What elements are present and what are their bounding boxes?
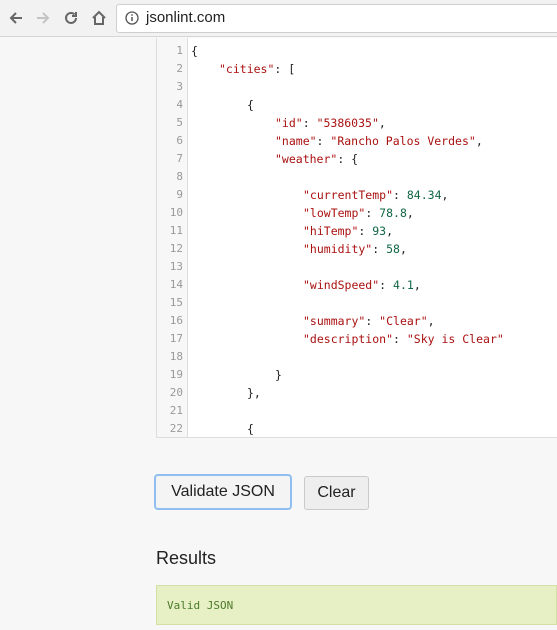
line-number: 14 bbox=[169, 278, 183, 291]
clear-button[interactable]: Clear bbox=[304, 476, 369, 510]
json-number: 78.8 bbox=[379, 206, 407, 220]
url-text: jsonlint.com bbox=[146, 9, 226, 26]
json-punctuation: { bbox=[247, 422, 254, 436]
json-punctuation: : { bbox=[337, 152, 359, 166]
code-line: "summary": "Clear", bbox=[303, 314, 435, 328]
json-punctuation: , bbox=[475, 134, 483, 148]
code-line: { bbox=[247, 98, 254, 112]
code-line: "name": "Rancho Palos Verdes", bbox=[275, 134, 483, 148]
json-key: "cities" bbox=[219, 62, 275, 76]
results-message: Valid JSON bbox=[167, 599, 234, 612]
code-line: "humidity": 58, bbox=[303, 242, 407, 256]
line-number: 18 bbox=[169, 350, 183, 363]
code-line: "weather": { bbox=[275, 152, 358, 166]
json-punctuation: , bbox=[399, 242, 407, 256]
json-punctuation: , bbox=[427, 314, 435, 328]
home-icon[interactable] bbox=[87, 6, 111, 30]
json-punctuation: : bbox=[365, 206, 380, 220]
line-number: 13 bbox=[169, 260, 183, 273]
validate-json-button[interactable]: Validate JSON bbox=[154, 474, 292, 510]
json-key: "id" bbox=[275, 116, 303, 130]
line-number: 19 bbox=[169, 368, 183, 381]
json-key: "summary" bbox=[303, 314, 366, 328]
browser-toolbar: jsonlint.com bbox=[0, 0, 557, 37]
results-box: Valid JSON bbox=[156, 585, 557, 625]
json-punctuation: : bbox=[393, 332, 407, 346]
json-punctuation: , bbox=[406, 206, 414, 220]
code-line: "lowTemp": 78.8, bbox=[303, 206, 414, 220]
json-string: "Sky is Clear" bbox=[406, 332, 504, 346]
json-punctuation: : bbox=[316, 134, 331, 148]
json-string: "5386035" bbox=[316, 116, 379, 130]
json-string: "Clear" bbox=[379, 314, 428, 328]
json-punctuation: , bbox=[441, 188, 449, 202]
json-punctuation: , bbox=[378, 116, 386, 130]
reload-icon[interactable] bbox=[59, 6, 83, 30]
json-punctuation: : [ bbox=[274, 62, 296, 76]
line-number: 8 bbox=[176, 170, 183, 183]
line-number: 10 bbox=[169, 206, 183, 219]
line-number: 1 bbox=[176, 44, 183, 57]
line-number: 2 bbox=[176, 62, 183, 75]
code-line: } bbox=[275, 368, 282, 382]
address-bar[interactable]: jsonlint.com bbox=[116, 4, 557, 33]
json-punctuation: : bbox=[372, 242, 387, 256]
code-line: "id": "5386035", bbox=[275, 116, 386, 130]
json-punctuation: : bbox=[358, 224, 373, 238]
json-key: "weather" bbox=[275, 152, 338, 166]
results-heading: Results bbox=[156, 548, 217, 568]
json-string: "Rancho Palos Verdes" bbox=[330, 134, 476, 148]
json-key: "description" bbox=[303, 332, 394, 346]
code-line: }, bbox=[247, 386, 261, 400]
json-editor[interactable]: 1 2 3 4 5 6 7 8 9 10 11 12 13 14 15 16 17 18 19 20 21 22 {"ci… bbox=[156, 38, 557, 438]
json-punctuation: , bbox=[413, 278, 421, 292]
json-punctuation: : bbox=[302, 116, 317, 130]
json-key: "hiTemp" bbox=[303, 224, 359, 238]
json-punctuation: : bbox=[365, 314, 380, 328]
json-number: 58 bbox=[386, 242, 400, 256]
json-punctuation: { bbox=[191, 44, 198, 58]
line-number: 5 bbox=[176, 116, 183, 129]
code-line: { bbox=[247, 422, 254, 436]
json-punctuation: { bbox=[247, 98, 254, 112]
line-number: 3 bbox=[176, 80, 183, 93]
json-number: 93 bbox=[372, 224, 387, 238]
json-number: 84.34 bbox=[406, 188, 442, 202]
json-punctuation: } bbox=[275, 368, 282, 382]
json-punctuation: : bbox=[393, 188, 407, 202]
forward-arrow-icon[interactable] bbox=[31, 6, 55, 30]
code-line: { bbox=[191, 44, 198, 58]
line-number: 4 bbox=[176, 98, 183, 111]
json-key: "humidity" bbox=[303, 242, 373, 256]
line-number: 6 bbox=[176, 134, 183, 147]
back-arrow-icon[interactable] bbox=[4, 6, 28, 30]
line-number: 12 bbox=[169, 242, 183, 255]
code-line: "currentTemp": 84.34, bbox=[303, 188, 448, 202]
json-key: "lowTemp" bbox=[303, 206, 366, 220]
line-number: 17 bbox=[169, 332, 183, 345]
json-key: "currentTemp" bbox=[303, 188, 394, 202]
info-icon[interactable] bbox=[125, 11, 139, 25]
json-punctuation: : bbox=[379, 278, 394, 292]
json-key: "name" bbox=[275, 134, 317, 148]
code-line: "hiTemp": 93, bbox=[303, 224, 393, 238]
line-number-gutter: 1 2 3 4 5 6 7 8 9 10 11 12 13 14 15 16 17 18 19 20 21 22 bbox=[157, 38, 188, 437]
code-line: "description": "Sky is Clear" bbox=[303, 332, 504, 346]
json-number: 4.1 bbox=[393, 278, 414, 292]
line-number: 15 bbox=[169, 296, 183, 309]
line-number: 20 bbox=[169, 386, 183, 399]
line-number: 21 bbox=[169, 404, 183, 417]
line-number: 7 bbox=[176, 152, 183, 165]
code-line: "cities": [ bbox=[219, 62, 295, 76]
code-line: "windSpeed": 4.1, bbox=[303, 278, 421, 292]
json-punctuation: }, bbox=[247, 386, 261, 400]
line-number: 9 bbox=[176, 188, 183, 201]
line-number: 11 bbox=[169, 224, 183, 237]
line-number: 16 bbox=[169, 314, 183, 327]
json-key: "windSpeed" bbox=[303, 278, 380, 292]
json-punctuation: , bbox=[386, 224, 394, 238]
line-number: 22 bbox=[169, 422, 183, 435]
